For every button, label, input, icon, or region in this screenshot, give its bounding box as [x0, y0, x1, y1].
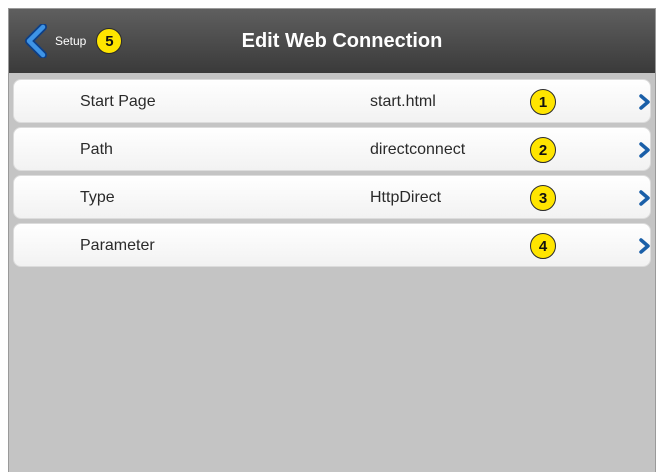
app-frame: Edit Web Connection Setup 5 Start Page s…	[8, 8, 656, 472]
callout-badge: 4	[530, 233, 556, 259]
row-value: start.html	[370, 93, 436, 110]
row-label: Type	[80, 189, 115, 206]
row-label: Start Page	[80, 93, 156, 110]
back-label: Setup	[55, 34, 87, 48]
back-button[interactable]: Setup 5	[23, 23, 133, 59]
row-start-page[interactable]: Start Page start.html 1	[13, 79, 651, 123]
chevron-right-icon	[638, 142, 652, 158]
header-bar: Edit Web Connection Setup 5	[9, 9, 655, 73]
callout-badge: 2	[530, 137, 556, 163]
row-path[interactable]: Path directconnect 2	[13, 127, 651, 171]
callout-badge: 1	[530, 89, 556, 115]
chevron-right-icon	[638, 94, 652, 110]
row-value: directconnect	[370, 141, 466, 158]
row-label: Parameter	[80, 237, 155, 254]
callout-badge: 3	[530, 185, 556, 211]
chevron-left-icon	[23, 24, 47, 58]
row-label: Path	[80, 141, 113, 158]
chevron-right-icon	[638, 238, 652, 254]
callout-badge: 5	[96, 28, 123, 54]
row-parameter[interactable]: Parameter 4	[13, 223, 651, 267]
row-type[interactable]: Type HttpDirect 3	[13, 175, 651, 219]
row-value: HttpDirect	[370, 189, 442, 206]
settings-list: Start Page start.html 1 Path directconne…	[13, 79, 651, 271]
chevron-right-icon	[638, 190, 652, 206]
